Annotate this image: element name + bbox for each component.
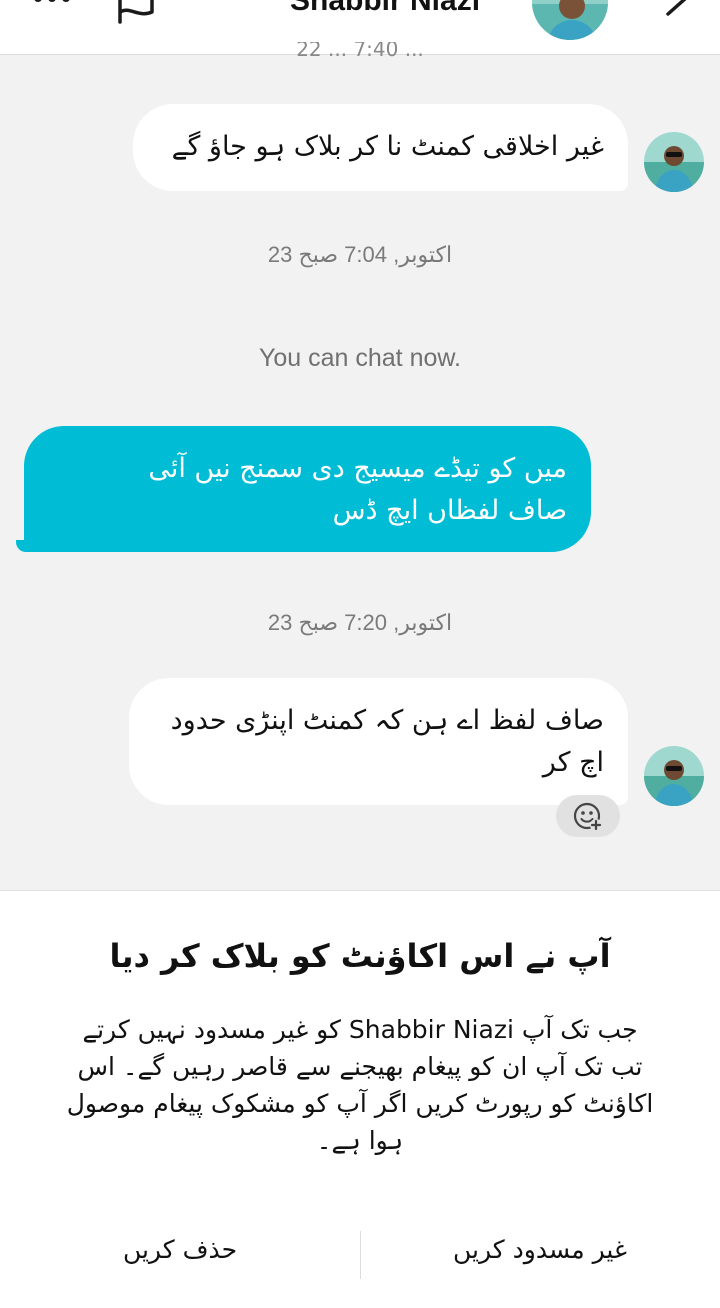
- sheet-body-line: اکاؤنٹ کو رپورٹ کریں اگر آپ کو مشکوک پیغ…: [66, 1089, 654, 1118]
- message-text-line: اچ کر: [542, 747, 604, 778]
- message-text-line: صاف لفظ اے ہن کہ کمنٹ اپنڑی حدود: [170, 705, 604, 736]
- system-note: You can chat now.: [258, 344, 461, 372]
- chat-screen: Shabbir Niazi 22 ... 7:40 ... غیر اخلاقی…: [0, 0, 720, 1308]
- flag-icon[interactable]: [116, 0, 160, 26]
- partial-timestamp: 22 ... 7:40 ...: [296, 42, 424, 61]
- contact-name[interactable]: Shabbir Niazi: [290, 0, 480, 18]
- sheet-body-line: ہوا ہے۔: [316, 1126, 404, 1155]
- bubble-tail: [16, 540, 34, 552]
- sheet-body-line: جب تک آپ Shabbir Niazi کو غیر مسدود نہیں…: [82, 1015, 638, 1044]
- message-text-line: صاف لفظاں ایچ ڈس: [332, 495, 567, 526]
- sender-avatar[interactable]: [644, 132, 704, 192]
- message-timestamp: 23 اکتوبر, 7:04 صبح: [267, 242, 453, 267]
- more-icon[interactable]: [34, 0, 78, 14]
- sender-avatar[interactable]: [644, 746, 704, 806]
- sheet-body: جب تک آپ Shabbir Niazi کو غیر مسدود نہیں…: [50, 1011, 670, 1159]
- blocked-sheet: آپ نے اس اکاؤنٹ کو بلاک کر دیا جب تک آپ …: [0, 890, 720, 1308]
- outgoing-message[interactable]: میں کو تیڈے میسیج دی سمنج نیں آئی صاف لف…: [24, 426, 591, 552]
- emoji-add-icon: [573, 802, 602, 831]
- delete-button[interactable]: حذف کریں: [0, 1235, 360, 1264]
- contact-avatar[interactable]: [530, 0, 610, 42]
- message-timestamp: 23 اکتوبر, 7:20 صبح: [267, 610, 453, 635]
- sheet-title: آپ نے اس اکاؤنٹ کو بلاک کر دیا: [109, 937, 611, 975]
- sheet-body-line: تب تک آپ ان کو پیغام بھیجنے سے قاصر رہیں…: [77, 1052, 643, 1081]
- message-text: غیر اخلاقی کمنٹ نا کر بلاک ہو جاؤ گے: [171, 131, 604, 162]
- chevron-right-icon[interactable]: [660, 0, 696, 20]
- incoming-message[interactable]: غیر اخلاقی کمنٹ نا کر بلاک ہو جاؤ گے: [133, 104, 628, 191]
- message-text-line: میں کو تیڈے میسیج دی سمنج نیں آئی: [148, 453, 567, 484]
- add-reaction-button[interactable]: [556, 795, 620, 837]
- incoming-message[interactable]: صاف لفظ اے ہن کہ کمنٹ اپنڑی حدود اچ کر: [129, 678, 628, 805]
- unblock-button[interactable]: غیر مسدود کریں: [360, 1235, 720, 1264]
